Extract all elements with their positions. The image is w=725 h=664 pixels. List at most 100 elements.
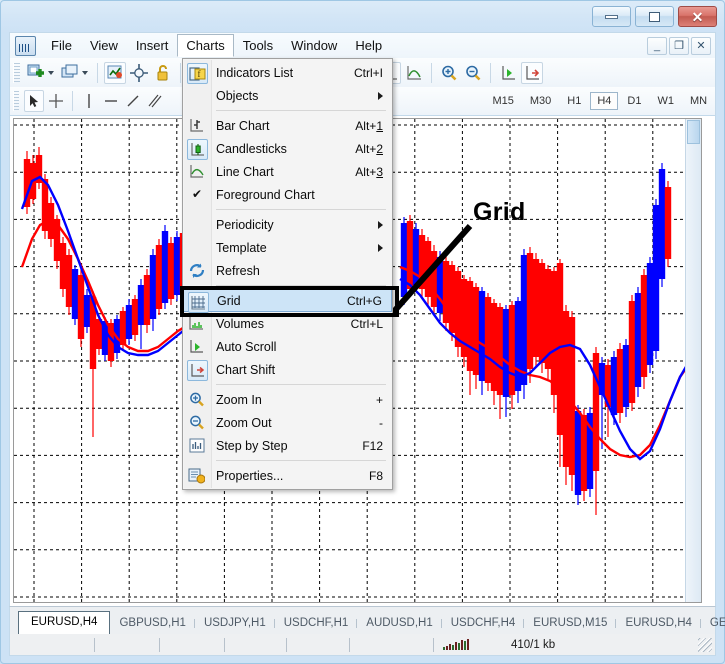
menu-item-auto-scroll[interactable]: Auto Scroll [183, 335, 392, 358]
menu-item-grid[interactable]: Grid Ctrl+G [183, 289, 392, 312]
status-separator-4 [286, 638, 287, 652]
crosshair-tool-icon[interactable] [46, 90, 66, 112]
status-separator-1 [94, 638, 95, 652]
menu-item-label: Zoom In [216, 393, 262, 407]
submenu-arrow-icon [378, 244, 383, 252]
menu-item-label: Template [216, 241, 267, 255]
bar-chart-icon [187, 116, 206, 135]
status-separator-2 [159, 638, 160, 652]
chart-tab-0[interactable]: EURUSD,H4 [18, 611, 110, 634]
menu-insert[interactable]: Insert [127, 34, 178, 57]
menu-item-label: Chart Shift [216, 363, 275, 377]
profiles-dropdown-icon[interactable] [82, 71, 88, 75]
zoom-in-icon[interactable] [438, 62, 460, 84]
chart-tab-8[interactable]: GE [701, 613, 725, 634]
menu-view[interactable]: View [81, 34, 127, 57]
menu-item-periodicity[interactable]: Periodicity [183, 213, 392, 236]
menu-item-objects[interactable]: Objects [183, 84, 392, 107]
chart-shift-icon[interactable] [521, 62, 543, 84]
timeframe-d1[interactable]: D1 [620, 92, 648, 110]
profiles-icon[interactable] [59, 62, 81, 84]
menu-item-shortcut: Alt+2 [355, 142, 383, 156]
menu-item-zoom-out[interactable]: Zoom Out- [183, 411, 392, 434]
menu-window[interactable]: Window [282, 34, 346, 57]
new-chart-icon[interactable] [25, 62, 47, 84]
application-window: ✕ File View Insert Charts Tools Window H… [0, 0, 725, 664]
status-bar: 410/1 kb [9, 634, 716, 656]
minimize-icon [605, 15, 618, 19]
timeframe-h1[interactable]: H1 [560, 92, 588, 110]
candlestick-chart-icon [187, 139, 208, 160]
menu-item-volumes[interactable]: VolumesCtrl+L [183, 312, 392, 335]
charts-dropdown-menu[interactable]: fIndicators ListCtrl+IObjects Bar ChartAl… [182, 58, 393, 490]
menu-tools[interactable]: Tools [234, 34, 282, 57]
toolbar-grip[interactable] [13, 63, 20, 83]
chart-tab-5[interactable]: USDCHF,H4 [442, 613, 525, 634]
channel-icon[interactable] [145, 90, 165, 112]
toolbar-grip-3[interactable] [13, 91, 19, 111]
resize-grip[interactable] [698, 638, 712, 652]
chart-tab-4[interactable]: AUDUSD,H1 [357, 613, 441, 634]
menu-item-label: Grid [217, 294, 241, 308]
grid-icon [188, 292, 209, 313]
horizontal-line-icon[interactable] [101, 90, 121, 112]
menu-item-properties[interactable]: Properties...F8 [183, 464, 392, 487]
unlock-icon[interactable] [152, 62, 174, 84]
window-close-button[interactable]: ✕ [678, 6, 717, 27]
svg-text:f: f [198, 69, 201, 79]
menu-item-step-by-step[interactable]: Step by StepF12 [183, 434, 392, 457]
menu-item-chart-shift[interactable]: Chart Shift [183, 358, 392, 381]
window-maximize-button[interactable] [635, 6, 674, 27]
document-minimize-button[interactable]: _ [647, 37, 667, 55]
menu-item-label: Candlesticks [216, 142, 287, 156]
chart-tab-7[interactable]: EURUSD,H4 [616, 613, 700, 634]
auto-scroll-icon[interactable] [497, 62, 519, 84]
timeframe-m30[interactable]: M30 [523, 92, 558, 110]
menu-separator [216, 285, 386, 286]
annotation-label: Grid [473, 198, 526, 227]
app-logo-icon [15, 36, 36, 56]
step-by-step-icon [187, 436, 206, 455]
menu-item-refresh[interactable]: Refresh [183, 259, 392, 282]
volumes-icon [187, 314, 206, 333]
chart-tab-2[interactable]: USDJPY,H1 [195, 613, 275, 634]
network-signal-icon [443, 639, 469, 650]
chart-vertical-scrollbar[interactable] [685, 119, 701, 602]
timeframe-m15[interactable]: M15 [485, 92, 520, 110]
vertical-line-icon[interactable] [79, 90, 99, 112]
document-restore-button[interactable]: ❐ [669, 37, 689, 55]
scrollbar-thumb[interactable] [687, 120, 700, 144]
menu-item-shortcut: Ctrl+G [347, 294, 382, 308]
properties-icon [187, 466, 206, 485]
timeframe-h4[interactable]: H4 [590, 92, 618, 110]
status-separator-5 [349, 638, 350, 652]
menu-item-indicators-list[interactable]: fIndicators ListCtrl+I [183, 61, 392, 84]
menu-help[interactable]: Help [346, 34, 391, 57]
menu-item-line-chart[interactable]: Line ChartAlt+3 [183, 160, 392, 183]
zoom-out-icon[interactable] [462, 62, 484, 84]
timeframe-mn[interactable]: MN [683, 92, 714, 110]
chart-tab-1[interactable]: GBPUSD,H1 [110, 613, 194, 634]
line-chart-icon[interactable] [403, 62, 425, 84]
chart-tab-6[interactable]: EURUSD,M15 [524, 613, 616, 634]
new-chart-dropdown-icon[interactable] [48, 71, 54, 75]
menu-charts[interactable]: Charts [177, 34, 233, 57]
timeframe-w1[interactable]: W1 [650, 92, 681, 110]
document-controls: _ ❐ ✕ [647, 37, 711, 55]
menu-item-bar-chart[interactable]: Bar ChartAlt+1 [183, 114, 392, 137]
menu-bar: File View Insert Charts Tools Window Hel… [9, 32, 716, 58]
menu-item-shortcut: F12 [362, 439, 383, 453]
market-watch-icon[interactable] [104, 62, 126, 84]
menu-item-zoom-in[interactable]: Zoom In+ [183, 388, 392, 411]
menu-item-template[interactable]: Template [183, 236, 392, 259]
trendline-icon[interactable] [123, 90, 143, 112]
document-close-button[interactable]: ✕ [691, 37, 711, 55]
menu-item-candlesticks[interactable]: Candlesticks Alt+2 [183, 137, 392, 160]
chart-tab-3[interactable]: USDCHF,H1 [275, 613, 358, 634]
window-minimize-button[interactable] [592, 6, 631, 27]
chart-tabs-bar: EURUSD,H4GBPUSD,H1USDJPY,H1USDCHF,H1AUDU… [9, 606, 716, 634]
menu-item-foreground-chart[interactable]: ✔Foreground Chart [183, 183, 392, 206]
cursor-icon[interactable] [24, 90, 44, 112]
menu-file[interactable]: File [42, 34, 81, 57]
crosshair-icon[interactable] [128, 62, 150, 84]
